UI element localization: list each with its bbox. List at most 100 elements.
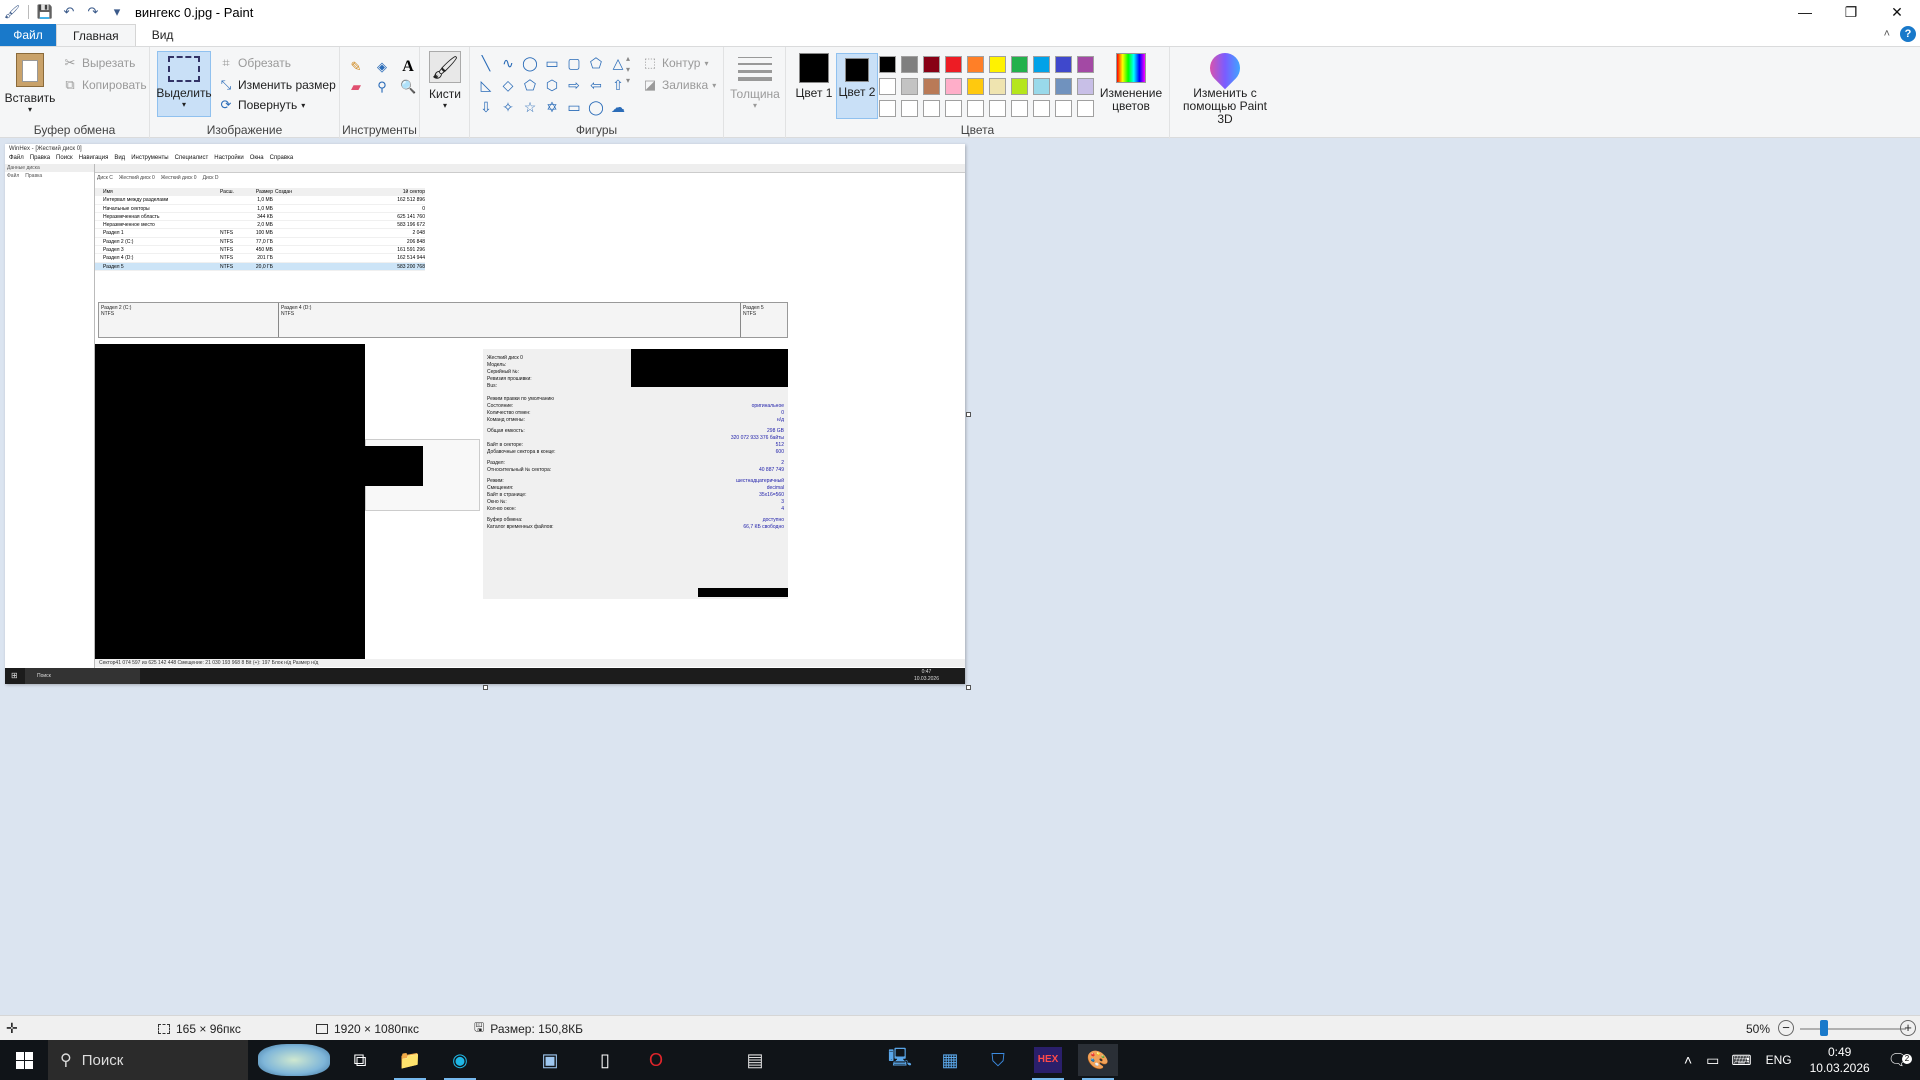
- zoom-out-icon[interactable]: −: [1778, 1020, 1794, 1036]
- crop-button[interactable]: ⌗ Обрезать: [218, 55, 291, 71]
- palette-cell[interactable]: [964, 75, 986, 97]
- color2-button[interactable]: Цвет 2: [836, 53, 878, 119]
- app-icon[interactable]: ▤: [735, 1044, 775, 1076]
- five-point-star-shape-icon[interactable]: ☆: [520, 97, 540, 117]
- tab-view[interactable]: Вид: [136, 24, 190, 46]
- brushes-button[interactable]: 🖌 Кисти ▾: [426, 51, 464, 110]
- right-arrow-shape-icon[interactable]: ⇨: [564, 75, 584, 95]
- customize-qat-icon[interactable]: ▾: [107, 2, 127, 22]
- palette-cell[interactable]: [942, 75, 964, 97]
- polygon-shape-icon[interactable]: ⬠: [586, 53, 606, 73]
- text-icon[interactable]: A: [400, 59, 416, 75]
- help-icon[interactable]: ?: [1900, 26, 1916, 42]
- image-canvas[interactable]: WinHex - [Жесткий диск 0] Файл Правка По…: [5, 144, 965, 684]
- start-button[interactable]: [0, 1040, 48, 1080]
- line-shape-icon[interactable]: ╲: [476, 53, 496, 73]
- rotate-button[interactable]: ⟳ Повернуть ▾: [218, 97, 306, 113]
- app-window-icon[interactable]: ▣: [530, 1044, 570, 1076]
- paint-taskbar-icon[interactable]: 🎨: [1078, 1044, 1118, 1080]
- four-point-star-shape-icon[interactable]: ✧: [498, 97, 518, 117]
- close-button[interactable]: ✕: [1874, 0, 1920, 24]
- control-panel-icon[interactable]: ▦: [930, 1044, 970, 1076]
- palette-cell[interactable]: [920, 75, 942, 97]
- tab-home[interactable]: Главная: [56, 24, 136, 46]
- palette-cell[interactable]: [1030, 97, 1052, 119]
- palette-cell[interactable]: [1008, 75, 1030, 97]
- right-triangle-shape-icon[interactable]: ◺: [476, 75, 496, 95]
- rounded-rectangle-shape-icon[interactable]: ▢: [564, 53, 584, 73]
- palette-cell[interactable]: [1030, 75, 1052, 97]
- outline-button[interactable]: ⬚ Контур ▾: [642, 55, 709, 71]
- palette-cell[interactable]: [876, 97, 898, 119]
- magnifier-icon[interactable]: 🔍: [400, 79, 416, 95]
- palette-cell[interactable]: [1074, 75, 1096, 97]
- palette-cell[interactable]: [1008, 97, 1030, 119]
- fill-bucket-icon[interactable]: ◈: [374, 59, 390, 75]
- undo-icon[interactable]: ↶: [59, 2, 79, 22]
- palette-cell[interactable]: [1074, 97, 1096, 119]
- resize-handle-right[interactable]: [966, 412, 971, 417]
- task-view-icon[interactable]: ⧉: [340, 1044, 380, 1076]
- palette-cell[interactable]: [964, 53, 986, 75]
- copy-button[interactable]: ⧉ Копировать: [62, 77, 146, 93]
- palette-cell[interactable]: [1052, 97, 1074, 119]
- minimize-button[interactable]: —: [1782, 0, 1828, 24]
- palette-cell[interactable]: [986, 75, 1008, 97]
- rectangle-shape-icon[interactable]: ▭: [542, 53, 562, 73]
- language-indicator[interactable]: ENG: [1758, 1053, 1800, 1067]
- resize-button[interactable]: ⤡ Изменить размер: [218, 77, 336, 93]
- keyboard-icon[interactable]: ⌨: [1725, 1052, 1757, 1069]
- palette-cell[interactable]: [942, 97, 964, 119]
- palette-cell[interactable]: [942, 53, 964, 75]
- diamond-shape-icon[interactable]: ◇: [498, 75, 518, 95]
- palette-cell[interactable]: [920, 97, 942, 119]
- notifications-icon[interactable]: 🗨 2: [1880, 1050, 1920, 1070]
- shapes-scroll[interactable]: ▴ ▾ ▾: [626, 53, 634, 86]
- palette-cell[interactable]: [1030, 53, 1052, 75]
- size-button[interactable]: Толщина ▾: [728, 51, 782, 110]
- left-arrow-shape-icon[interactable]: ⇦: [586, 75, 606, 95]
- zoom-slider-thumb[interactable]: [1819, 1020, 1828, 1036]
- palette-cell[interactable]: [964, 97, 986, 119]
- hexagon-shape-icon[interactable]: ⬡: [542, 75, 562, 95]
- oval-callout-shape-icon[interactable]: ◯: [586, 97, 606, 117]
- oval-shape-icon[interactable]: ◯: [520, 53, 540, 73]
- redo-icon[interactable]: ↷: [83, 2, 103, 22]
- winhex-icon[interactable]: HEX: [1028, 1044, 1068, 1080]
- palette-cell[interactable]: [898, 75, 920, 97]
- pencil-icon[interactable]: ✎: [348, 59, 364, 75]
- edge-icon[interactable]: ◉: [440, 1044, 480, 1080]
- palette-cell[interactable]: [898, 97, 920, 119]
- resize-handle-bottom[interactable]: [483, 685, 488, 690]
- file-explorer-icon[interactable]: 📁: [390, 1044, 430, 1080]
- down-arrow-shape-icon[interactable]: ⇩: [476, 97, 496, 117]
- six-point-star-shape-icon[interactable]: ✡: [542, 97, 562, 117]
- paint3d-button[interactable]: Изменить с помощью Paint 3D: [1174, 46, 1276, 126]
- color1-button[interactable]: Цвет 1: [793, 53, 835, 100]
- camera-icon[interactable]: ▭: [1700, 1052, 1725, 1069]
- up-arrow-shape-icon[interactable]: ⇧: [608, 75, 628, 95]
- palette-cell[interactable]: [1052, 75, 1074, 97]
- palette-cell[interactable]: [876, 53, 898, 75]
- curve-shape-icon[interactable]: ∿: [498, 53, 518, 73]
- palette-cell[interactable]: [986, 53, 1008, 75]
- color-picker-icon[interactable]: ⚲: [374, 79, 390, 95]
- computer-icon[interactable]: 🖳: [880, 1044, 920, 1076]
- palette-cell[interactable]: [986, 97, 1008, 119]
- zoom-slider-track[interactable]: [1800, 1028, 1906, 1030]
- triangle-shape-icon[interactable]: △: [608, 53, 628, 73]
- canvas-area[interactable]: WinHex - [Жесткий диск 0] Файл Правка По…: [0, 139, 1920, 1015]
- collapse-ribbon-icon[interactable]: ˄: [1884, 28, 1890, 40]
- palette-cell[interactable]: [1008, 53, 1030, 75]
- save-icon[interactable]: 💾: [35, 2, 55, 22]
- pentagon-shape-icon[interactable]: ⬠: [520, 75, 540, 95]
- edit-colors-button[interactable]: Изменение цветов: [1098, 53, 1164, 113]
- resize-handle-corner[interactable]: [966, 685, 971, 690]
- taskbar-clock[interactable]: 0:49 10.03.2026: [1800, 1044, 1880, 1076]
- palette-cell[interactable]: [876, 75, 898, 97]
- rect-callout-shape-icon[interactable]: ▭: [564, 97, 584, 117]
- zoom-in-icon[interactable]: +: [1900, 1020, 1916, 1036]
- tray-overflow-icon[interactable]: ˄: [1676, 1052, 1700, 1068]
- paint-app-icon[interactable]: 🖌: [2, 2, 22, 22]
- notepad-icon[interactable]: ▯: [585, 1044, 625, 1076]
